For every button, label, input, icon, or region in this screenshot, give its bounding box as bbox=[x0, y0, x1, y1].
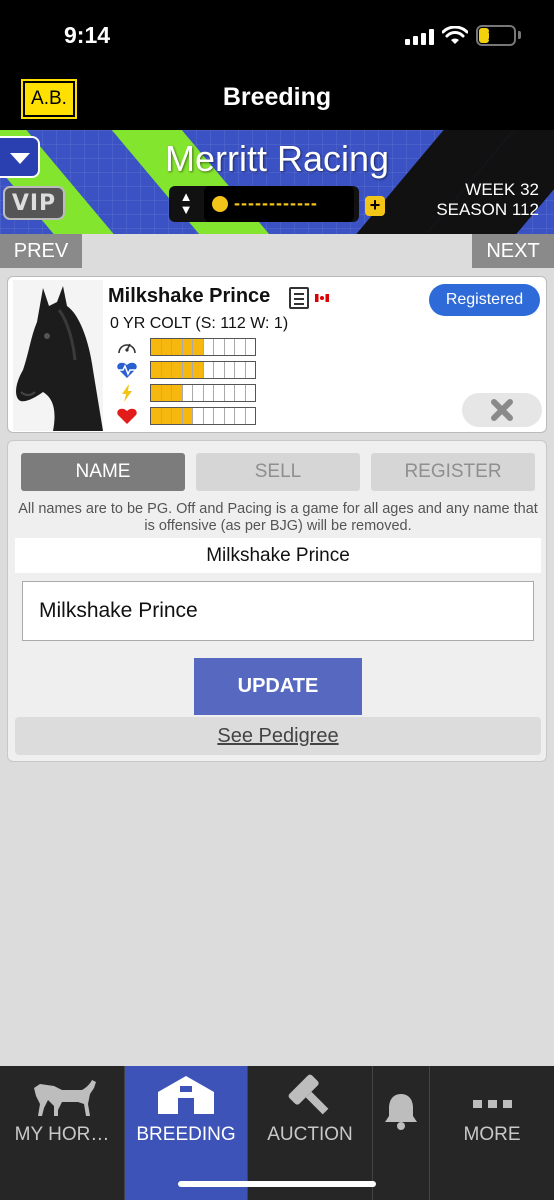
tab-breeding[interactable]: BREEDING bbox=[125, 1066, 247, 1200]
prev-button[interactable]: PREV bbox=[0, 234, 82, 268]
season-label: SEASON 112 bbox=[436, 200, 539, 219]
lightning-icon bbox=[116, 384, 138, 402]
canada-flag-icon bbox=[315, 294, 329, 302]
stat-bar bbox=[150, 361, 256, 379]
horse-icon bbox=[34, 1080, 96, 1116]
status-time: 9:14 bbox=[64, 22, 111, 48]
dismiss-button[interactable] bbox=[462, 393, 542, 427]
name-input[interactable] bbox=[22, 581, 534, 641]
current-name: Milkshake Prince bbox=[15, 538, 541, 573]
week-season: WEEK 32 SEASON 112 bbox=[436, 180, 539, 220]
next-button[interactable]: NEXT bbox=[472, 234, 554, 268]
coin-balance: ▲ ▼ ------------ bbox=[169, 186, 359, 222]
page-title: Breeding bbox=[222, 83, 332, 111]
battery-icon: 19 bbox=[476, 25, 516, 46]
add-coins-button[interactable]: + bbox=[365, 196, 385, 216]
tab-label: MORE bbox=[463, 1124, 521, 1145]
tab-sell[interactable]: SELL bbox=[196, 453, 360, 491]
heart-icon bbox=[116, 407, 138, 425]
heartbeat-icon bbox=[116, 361, 138, 379]
tab-label: AUCTION bbox=[267, 1124, 353, 1145]
barn-icon bbox=[158, 1076, 214, 1114]
speedometer-icon bbox=[116, 338, 138, 356]
document-icon[interactable] bbox=[289, 287, 309, 309]
tab-my-horses[interactable]: MY HOR… bbox=[0, 1066, 124, 1200]
tab-more[interactable]: MORE bbox=[430, 1066, 554, 1200]
week-label: WEEK 32 bbox=[465, 180, 539, 199]
tab-label: MY HOR… bbox=[14, 1124, 110, 1145]
stable-name: Merritt Racing bbox=[164, 138, 390, 179]
horse-description: 0 YR COLT (S: 112 W: 1) bbox=[110, 315, 289, 332]
wifi-icon bbox=[442, 26, 468, 44]
coin-icon bbox=[212, 196, 228, 212]
horse-card: Milkshake Prince Registered 0 YR COLT (S… bbox=[7, 276, 547, 433]
tab-notifications[interactable] bbox=[373, 1066, 429, 1200]
bottom-tab-bar: MY HOR… BREEDING AUCTION MORE bbox=[0, 1066, 554, 1200]
tab-name[interactable]: NAME bbox=[21, 453, 185, 491]
more-icon bbox=[473, 1100, 512, 1108]
tab-label: BREEDING bbox=[136, 1124, 236, 1145]
sort-updown-icon[interactable]: ▲ ▼ bbox=[173, 190, 199, 218]
bell-icon bbox=[385, 1094, 417, 1130]
update-button[interactable]: UPDATE bbox=[194, 658, 362, 715]
top-bar: 9:14 19 A.B. Breeding bbox=[0, 0, 554, 130]
stat-bar bbox=[150, 407, 256, 425]
status-badge: Registered bbox=[429, 284, 540, 316]
horse-name: Milkshake Prince bbox=[108, 285, 271, 307]
horse-photo bbox=[13, 280, 103, 431]
stat-bar bbox=[150, 384, 256, 402]
signal-icon bbox=[405, 29, 434, 45]
vip-badge[interactable]: VIP bbox=[3, 186, 65, 220]
name-panel: NAME SELL REGISTER All names are to be P… bbox=[7, 440, 547, 762]
tab-register[interactable]: REGISTER bbox=[371, 453, 535, 491]
gavel-icon bbox=[288, 1074, 329, 1115]
close-icon bbox=[491, 399, 513, 421]
tab-auction[interactable]: AUCTION bbox=[248, 1066, 372, 1200]
battery-level: 19 bbox=[487, 27, 505, 44]
stat-bar bbox=[150, 338, 256, 356]
naming-notice: All names are to be PG. Off and Pacing i… bbox=[18, 501, 538, 534]
coin-amount: ------------ bbox=[234, 193, 318, 213]
see-pedigree-link[interactable]: See Pedigree bbox=[15, 717, 541, 755]
stable-banner: VIP Merritt Racing ▲ ▼ ------------ + WEE… bbox=[0, 130, 554, 234]
home-indicator bbox=[178, 1181, 376, 1187]
